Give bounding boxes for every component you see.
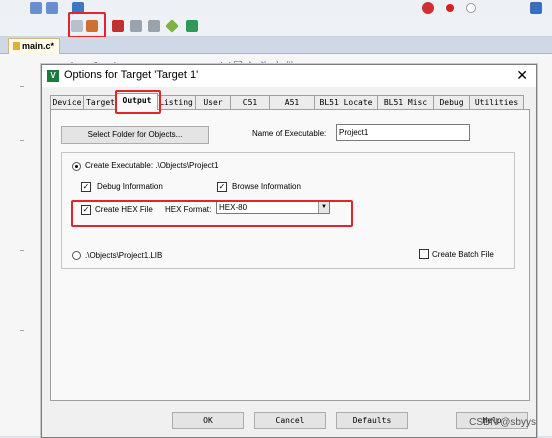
- window-icon[interactable]: [530, 2, 542, 14]
- select-packs-icon[interactable]: [148, 20, 160, 32]
- browse-info-label: Browse Information: [232, 182, 301, 191]
- tab-target[interactable]: Target: [83, 95, 118, 109]
- create-batch-label: Create Batch File: [432, 250, 494, 259]
- debug-info-checkbox[interactable]: ✓: [81, 182, 91, 192]
- tab-device[interactable]: Device: [50, 95, 84, 109]
- tab-bl51-locate[interactable]: BL51 Locate: [314, 95, 378, 109]
- tab-a51[interactable]: A51: [269, 95, 315, 109]
- defaults-button[interactable]: Defaults: [336, 412, 408, 429]
- debug-info-label: Debug Information: [97, 182, 163, 191]
- select-folder-button[interactable]: Select Folder for Objects...: [61, 126, 209, 144]
- file-tab-main[interactable]: main.c*: [8, 38, 60, 54]
- create-batch-checkbox[interactable]: [419, 249, 429, 259]
- file-tab-label: main.c*: [22, 41, 55, 51]
- create-executable-radio[interactable]: [72, 162, 81, 171]
- gutter-mark: [20, 330, 24, 331]
- gutter-mark: [20, 140, 24, 141]
- output-tab-highlight: [115, 90, 161, 114]
- file-tab-icon: [13, 42, 20, 50]
- tab-utilities[interactable]: Utilities: [469, 95, 524, 109]
- tab-listing[interactable]: Listing: [156, 95, 196, 109]
- undo-icon[interactable]: [30, 2, 42, 14]
- dialog-title: Options for Target 'Target 1': [64, 69, 199, 81]
- tab-user[interactable]: User: [195, 95, 231, 109]
- gutter-mark: [20, 250, 24, 251]
- close-icon[interactable]: ✕: [516, 67, 528, 84]
- options-button-highlight: [68, 12, 106, 38]
- breakpoint-icon[interactable]: [446, 4, 454, 12]
- gutter-mark: [20, 86, 24, 87]
- tab-debug[interactable]: Debug: [433, 95, 470, 109]
- dialog-titlebar: V Options for Target 'Target 1' ✕: [42, 65, 536, 87]
- breakpoint-disable-icon[interactable]: [466, 3, 476, 13]
- editor-tab-bar: [0, 37, 552, 54]
- watermark: CSDN @sbyys: [469, 417, 536, 428]
- hex-settings-highlight: [71, 200, 353, 227]
- green-diamond-icon[interactable]: [165, 19, 179, 33]
- manage-components-icon[interactable]: [112, 20, 124, 32]
- browse-info-checkbox[interactable]: ✓: [217, 182, 227, 192]
- tab-c51[interactable]: C51: [230, 95, 270, 109]
- redo-icon[interactable]: [46, 2, 58, 14]
- pack-installer-icon[interactable]: [130, 20, 142, 32]
- create-executable-label: Create Executable: .\Objects\Project1: [85, 161, 219, 170]
- cancel-button[interactable]: Cancel: [254, 412, 326, 429]
- manage-rte-icon[interactable]: [186, 20, 198, 32]
- tab-bl51-misc[interactable]: BL51 Misc: [377, 95, 434, 109]
- output-panel: Select Folder for Objects... Name of Exe…: [50, 109, 530, 401]
- create-library-label: .\Objects\Project1.LIB: [85, 251, 163, 260]
- create-library-radio[interactable]: [72, 251, 81, 260]
- name-of-executable-input[interactable]: Project1: [336, 124, 470, 141]
- options-dialog: V Options for Target 'Target 1' ✕ Device…: [41, 64, 537, 438]
- name-of-executable-label: Name of Executable:: [252, 129, 327, 138]
- ok-button[interactable]: OK: [172, 412, 244, 429]
- keil-logo-icon: V: [47, 70, 59, 82]
- find-icon[interactable]: [422, 2, 434, 14]
